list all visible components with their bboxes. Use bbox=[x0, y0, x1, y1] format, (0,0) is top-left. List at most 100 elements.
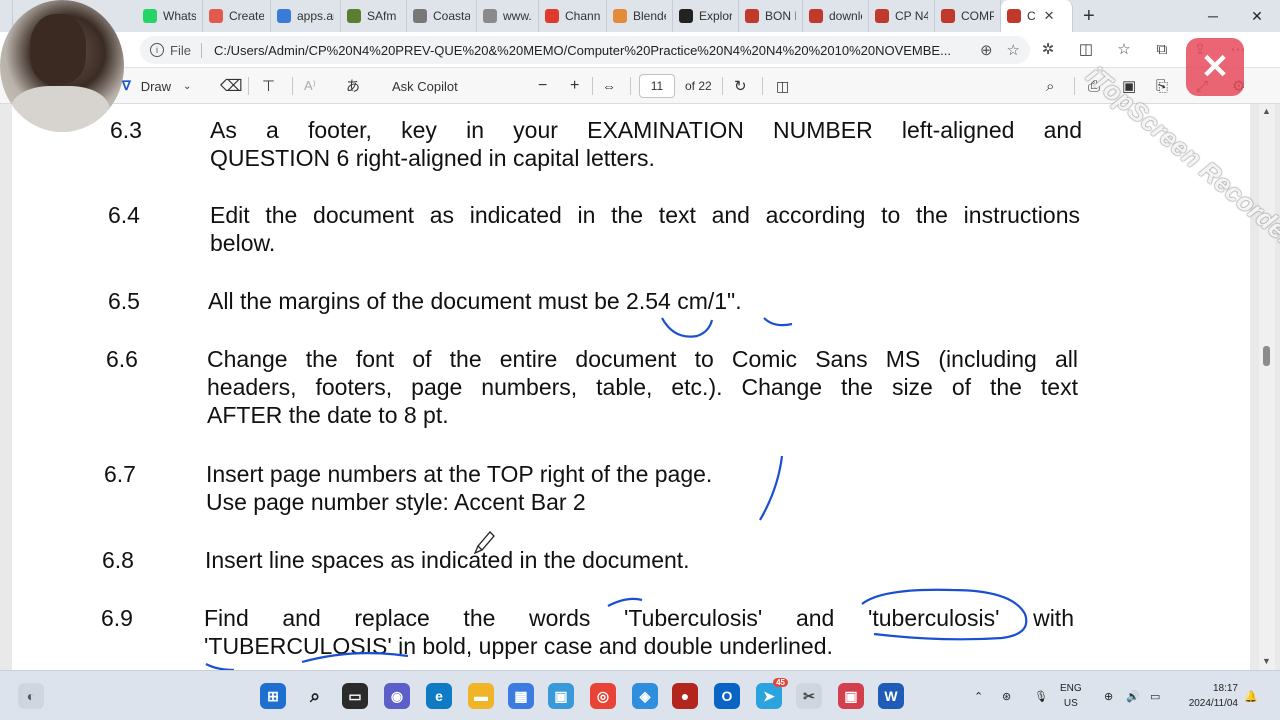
tab-coastal[interactable]: Coasta bbox=[407, 0, 477, 32]
split-screen-icon[interactable]: ◫ bbox=[1073, 34, 1099, 64]
radio-icon bbox=[347, 9, 361, 23]
ink-underline bbox=[661, 317, 714, 338]
language-indicator[interactable]: ENG US bbox=[1060, 681, 1082, 711]
edge-icon[interactable]: e bbox=[426, 683, 452, 709]
tray-overflow-icon[interactable]: ⌃ bbox=[974, 671, 983, 720]
file-explorer-icon[interactable]: ▬ bbox=[468, 683, 494, 709]
file-scheme-label: File bbox=[170, 42, 202, 58]
tab-channel[interactable]: Channe bbox=[539, 0, 607, 32]
task-view-icon[interactable]: ▭ bbox=[342, 683, 368, 709]
toolbar-divider bbox=[1074, 77, 1075, 95]
search-icon[interactable]: ⌕ bbox=[1046, 74, 1054, 98]
tab-www[interactable]: www.d bbox=[477, 0, 539, 32]
vpn-icon[interactable]: ◈ bbox=[632, 683, 658, 709]
new-tab-button[interactable]: + bbox=[1073, 5, 1105, 28]
scroll-down-icon[interactable]: ▼ bbox=[1262, 656, 1271, 666]
vertical-scrollbar[interactable]: ▲ ▼ bbox=[1259, 104, 1275, 670]
page-view-icon[interactable]: ◫ bbox=[776, 74, 789, 98]
store-icon[interactable]: ▦ bbox=[508, 683, 534, 709]
collections-icon[interactable]: ⧉ bbox=[1149, 34, 1175, 64]
tab-download[interactable]: downlc bbox=[803, 0, 869, 32]
tab-whatsapp[interactable]: WhatsA bbox=[137, 0, 203, 32]
pdf-viewer[interactable]: 6.3 As a footer, key in your EXAMINATION… bbox=[0, 104, 1280, 670]
page-icon bbox=[209, 9, 223, 23]
tab-explore[interactable]: Explore bbox=[673, 0, 739, 32]
chrome-icon[interactable]: ◎ bbox=[590, 683, 616, 709]
pdf-icon bbox=[875, 9, 889, 23]
info-icon[interactable]: i bbox=[150, 43, 164, 57]
close-window-button[interactable]: ✕ bbox=[1234, 0, 1280, 32]
telegram-icon[interactable]: ➤ 45 bbox=[756, 678, 788, 709]
teams-icon[interactable]: ◉ bbox=[384, 683, 410, 709]
rotate-icon[interactable]: ↻ bbox=[734, 74, 747, 98]
scroll-up-icon[interactable]: ▲ bbox=[1262, 106, 1271, 116]
ink-annotations bbox=[205, 317, 1028, 670]
page-number-input[interactable]: 11 bbox=[639, 74, 675, 98]
save-as-icon[interactable]: ⎘ bbox=[1156, 74, 1168, 98]
toolbar-divider bbox=[592, 77, 593, 95]
windows-start-icon[interactable]: ⊞ bbox=[260, 683, 286, 709]
microphone-icon[interactable]: 🎙 bbox=[1034, 671, 1048, 720]
battery-icon[interactable]: ▭ bbox=[1150, 671, 1160, 720]
extensions-icon[interactable]: ✲ bbox=[1035, 34, 1061, 64]
ink-checkmark bbox=[759, 455, 784, 521]
zoom-in-button[interactable]: + bbox=[570, 74, 579, 98]
network-icon[interactable]: ⊛ bbox=[1002, 671, 1011, 720]
volume-icon[interactable]: 🔊 bbox=[1126, 671, 1140, 720]
tab-apps[interactable]: apps.ar bbox=[271, 0, 341, 32]
notification-bell-icon[interactable]: 🔔 bbox=[1244, 671, 1258, 720]
tab-compl[interactable]: COMPL bbox=[935, 0, 1001, 32]
read-aloud-icon[interactable]: A⁾ bbox=[304, 74, 316, 98]
tab-close-icon[interactable]: ✕ bbox=[1044, 8, 1055, 24]
browser-tab-strip: WhatsA Create apps.ar SAfm - Coasta www.… bbox=[0, 0, 1280, 32]
favorites-icon[interactable]: ☆ bbox=[1111, 34, 1137, 64]
page-icon bbox=[413, 9, 427, 23]
tab-safm[interactable]: SAfm - bbox=[341, 0, 407, 32]
address-bar-row: i File C:/Users/Admin/CP%20N4%20PREV-QUE… bbox=[0, 32, 1280, 68]
zoom-icon[interactable]: ⊕ bbox=[980, 41, 993, 59]
draw-icon: ∇ bbox=[122, 78, 131, 93]
clock[interactable]: 18:17 2024/11/04 bbox=[1176, 681, 1238, 711]
search-taskbar-icon[interactable]: ⌕ bbox=[302, 683, 328, 709]
pdf-icon bbox=[941, 9, 955, 23]
outlook-icon[interactable]: O bbox=[714, 683, 740, 709]
ask-copilot-button[interactable]: Ask Copilot bbox=[392, 74, 458, 98]
scroll-thumb[interactable] bbox=[1263, 346, 1270, 366]
tab-create[interactable]: Create bbox=[203, 0, 271, 32]
globe-icon[interactable]: ⊕ bbox=[1104, 671, 1113, 720]
tab-bon[interactable]: BON IN bbox=[739, 0, 803, 32]
widgets-icon[interactable]: ◐ bbox=[18, 683, 44, 709]
apps-icon bbox=[277, 9, 291, 23]
eraser-icon[interactable]: ⌫ bbox=[220, 74, 243, 98]
screen-recorder-icon[interactable]: ▣ bbox=[838, 683, 864, 709]
tab-cp-n4[interactable]: CP N4 bbox=[869, 0, 935, 32]
person-face bbox=[30, 14, 86, 84]
ink-circle bbox=[861, 588, 1028, 641]
snipping-icon[interactable]: ✂ bbox=[796, 683, 822, 709]
zoom-out-button[interactable]: − bbox=[538, 74, 547, 98]
tab-active-pdf[interactable]: C ✕ bbox=[1001, 0, 1073, 32]
url-text[interactable]: C:/Users/Admin/CP%20N4%20PREV-QUE%20&%20… bbox=[214, 43, 966, 58]
url-box[interactable]: i File C:/Users/Admin/CP%20N4%20PREV-QUE… bbox=[140, 36, 1030, 64]
ink-underline bbox=[763, 317, 793, 327]
fit-page-icon[interactable]: ⇔ bbox=[602, 74, 616, 98]
person-shirt bbox=[10, 86, 110, 132]
word-icon[interactable]: W bbox=[878, 683, 904, 709]
tab-blender[interactable]: Blende bbox=[607, 0, 673, 32]
page-total-label: of 22 bbox=[685, 79, 712, 93]
favorite-star-icon[interactable]: ☆ bbox=[1007, 41, 1020, 59]
toolbar-divider bbox=[630, 77, 631, 95]
text-box-icon[interactable]: ⊤ bbox=[262, 74, 275, 98]
toolbar-divider bbox=[248, 77, 249, 95]
tiktok-icon bbox=[679, 9, 693, 23]
translate-icon[interactable]: あ bbox=[346, 74, 360, 98]
pen-cursor-icon bbox=[473, 531, 495, 555]
pdf-page: 6.3 As a footer, key in your EXAMINATION… bbox=[12, 104, 1250, 670]
draw-button[interactable]: ∇ Draw ⌄ bbox=[122, 74, 191, 98]
recorder-app-icon[interactable]: ● bbox=[672, 683, 698, 709]
webcam-overlay bbox=[0, 0, 124, 132]
whatsapp-icon bbox=[143, 9, 157, 23]
photos-icon[interactable]: ▣ bbox=[548, 683, 574, 709]
notification-badge: 45 bbox=[773, 678, 788, 687]
minimize-button[interactable]: ─ bbox=[1190, 0, 1236, 32]
